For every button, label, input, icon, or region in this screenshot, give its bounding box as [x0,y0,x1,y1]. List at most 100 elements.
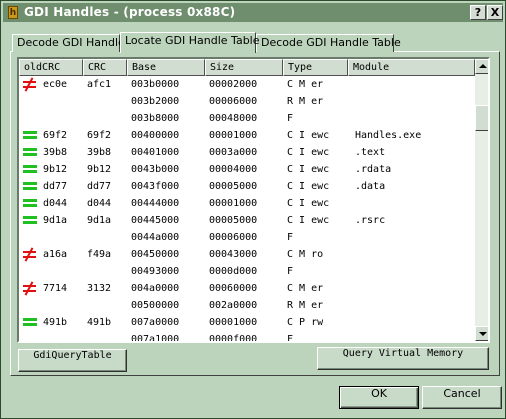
table-row[interactable]: 9b12 9b12 0043b000 00004000 C I ewc .rdata [19,161,475,178]
cell-size: 00060000 [209,283,258,294]
column-header-crc[interactable]: CRC [83,59,127,76]
cell-size: 002a0000 [209,300,258,311]
cell-module: .data [355,181,386,192]
cancel-button[interactable]: Cancel [422,386,502,409]
cell-base: 004a0000 [131,283,180,294]
cell-type: C I ewc [287,130,330,141]
cell-oldcrc: dd77 [43,181,68,192]
cell-base: 0044a000 [131,232,180,243]
green-equals-icon [23,165,37,174]
cell-type: C M er [287,79,324,90]
cell-oldcrc: ec0e [43,79,68,90]
table-row[interactable]: 7714 3132 004a0000 00060000 C M er [19,280,475,297]
cell-type: C I ewc [287,181,330,192]
cell-size: 0000f000 [209,334,258,343]
query-virtual-memory-button[interactable]: Query Virtual Memory [317,347,489,370]
column-header-size[interactable]: Size [205,59,283,76]
cell-module: .rsrc [355,215,386,226]
list-rows: ec0e afc1 003b0000 00002000 C M er 003b2000 00… [19,76,475,343]
table-row[interactable]: ec0e afc1 003b0000 00002000 C M er [19,76,475,93]
table-row[interactable]: d044 d044 00444000 00001000 C I ewc [19,195,475,212]
table-row[interactable]: 007a1000 0000f000 F [19,331,475,343]
green-equals-icon [23,318,37,327]
scroll-down-arrow-icon[interactable] [475,326,488,341]
cell-oldcrc: a16a [43,249,68,260]
cell-crc: 69f2 [87,130,112,141]
cell-size: 00001000 [209,130,258,141]
green-equals-icon [23,199,37,208]
cell-base: 007a1000 [131,334,180,343]
cell-type: C I ewc [287,215,330,226]
close-button[interactable]: X [487,5,503,20]
column-header-oldcrc[interactable]: oldCRC [19,59,83,76]
cell-oldcrc: 9b12 [43,164,68,175]
ok-button[interactable]: OK [339,386,419,409]
help-button[interactable]: ? [470,5,486,20]
cell-base: 00444000 [131,198,180,209]
title-bar[interactable]: h GDI Handles - (process 0x88C) ? X [3,3,503,22]
memory-list[interactable]: oldCRC CRC Base Size Type Module ec0e afc… [17,57,490,343]
column-header-module[interactable]: Module [348,59,475,76]
table-row[interactable]: 9d1a 9d1a 00445000 00005000 C I ewc .rsrc [19,212,475,229]
table-row[interactable]: 00500000 002a0000 R M er [19,297,475,314]
cell-type: C M er [287,283,324,294]
cell-oldcrc: d044 [43,198,68,209]
green-equals-icon [23,131,37,140]
green-equals-icon [23,148,37,157]
cell-base: 0043f000 [131,181,180,192]
cell-type: C I ewc [287,164,330,175]
cell-crc: afc1 [87,79,112,90]
red-not-equal-icon [23,281,37,296]
cell-base: 00401000 [131,147,180,158]
cell-size: 00048000 [209,113,258,124]
tab-locate-gdi-handle-table[interactable]: Locate GDI Handle Table [120,32,260,53]
table-row[interactable]: 491b 491b 007a0000 00001000 C P rw [19,314,475,331]
table-row[interactable]: 39b8 39b8 00401000 0003a000 C I ewc .text [19,144,475,161]
vertical-scrollbar[interactable] [475,59,488,341]
window-title: GDI Handles - (process 0x88C) [24,5,236,19]
cell-crc: 491b [87,317,112,328]
table-row[interactable]: dd77 dd77 0043f000 00005000 C I ewc .data [19,178,475,195]
table-row[interactable]: 003b2000 00006000 R M er [19,93,475,110]
cell-crc: 39b8 [87,147,112,158]
cell-type: C I ewc [287,198,330,209]
cell-size: 00006000 [209,232,258,243]
cell-crc: f49a [87,249,112,260]
cell-crc: d044 [87,198,112,209]
table-row[interactable]: 0044a000 00006000 F [19,229,475,246]
cell-module: Handles.exe [355,130,422,141]
cell-size: 00005000 [209,215,258,226]
cell-base: 003b2000 [131,96,180,107]
scroll-up-arrow-icon[interactable] [475,59,488,74]
table-row[interactable]: 69f2 69f2 00400000 00001000 C I ewc Handles.e… [19,127,475,144]
red-not-equal-icon [23,247,37,262]
cell-type: R M er [287,300,324,311]
cell-base: 00450000 [131,249,180,260]
tab-decode-gdi-handle[interactable]: Decode GDI Handle [12,34,125,52]
column-header-type[interactable]: Type [283,59,348,76]
red-not-equal-icon [23,77,37,92]
gdi-query-table-button[interactable]: GdiQueryTable [18,349,127,372]
app-icon: h [8,6,18,19]
cell-size: 00004000 [209,164,258,175]
cell-oldcrc: 9d1a [43,215,68,226]
cell-type: F [287,232,294,243]
dialog-window: h GDI Handles - (process 0x88C) ? X Deco… [0,0,506,419]
cell-size: 0000d000 [209,266,258,277]
tab-decode-gdi-handle-table[interactable]: Decode GDI Handle Table [256,34,401,52]
scroll-thumb[interactable] [475,105,488,131]
cell-type: F [287,266,294,277]
cell-size: 00006000 [209,96,258,107]
cell-base: 00400000 [131,130,180,141]
column-header-base[interactable]: Base [127,59,205,76]
table-row[interactable]: 003b8000 00048000 F [19,110,475,127]
green-equals-icon [23,216,37,225]
cell-size: 00005000 [209,181,258,192]
cell-oldcrc: 7714 [43,283,68,294]
cell-type: C M ro [287,249,324,260]
cell-base: 007a0000 [131,317,180,328]
table-row[interactable]: 00493000 0000d000 F [19,263,475,280]
table-row[interactable]: a16a f49a 00450000 00043000 C M ro [19,246,475,263]
cell-type: R M er [287,96,324,107]
cell-base: 003b8000 [131,113,180,124]
